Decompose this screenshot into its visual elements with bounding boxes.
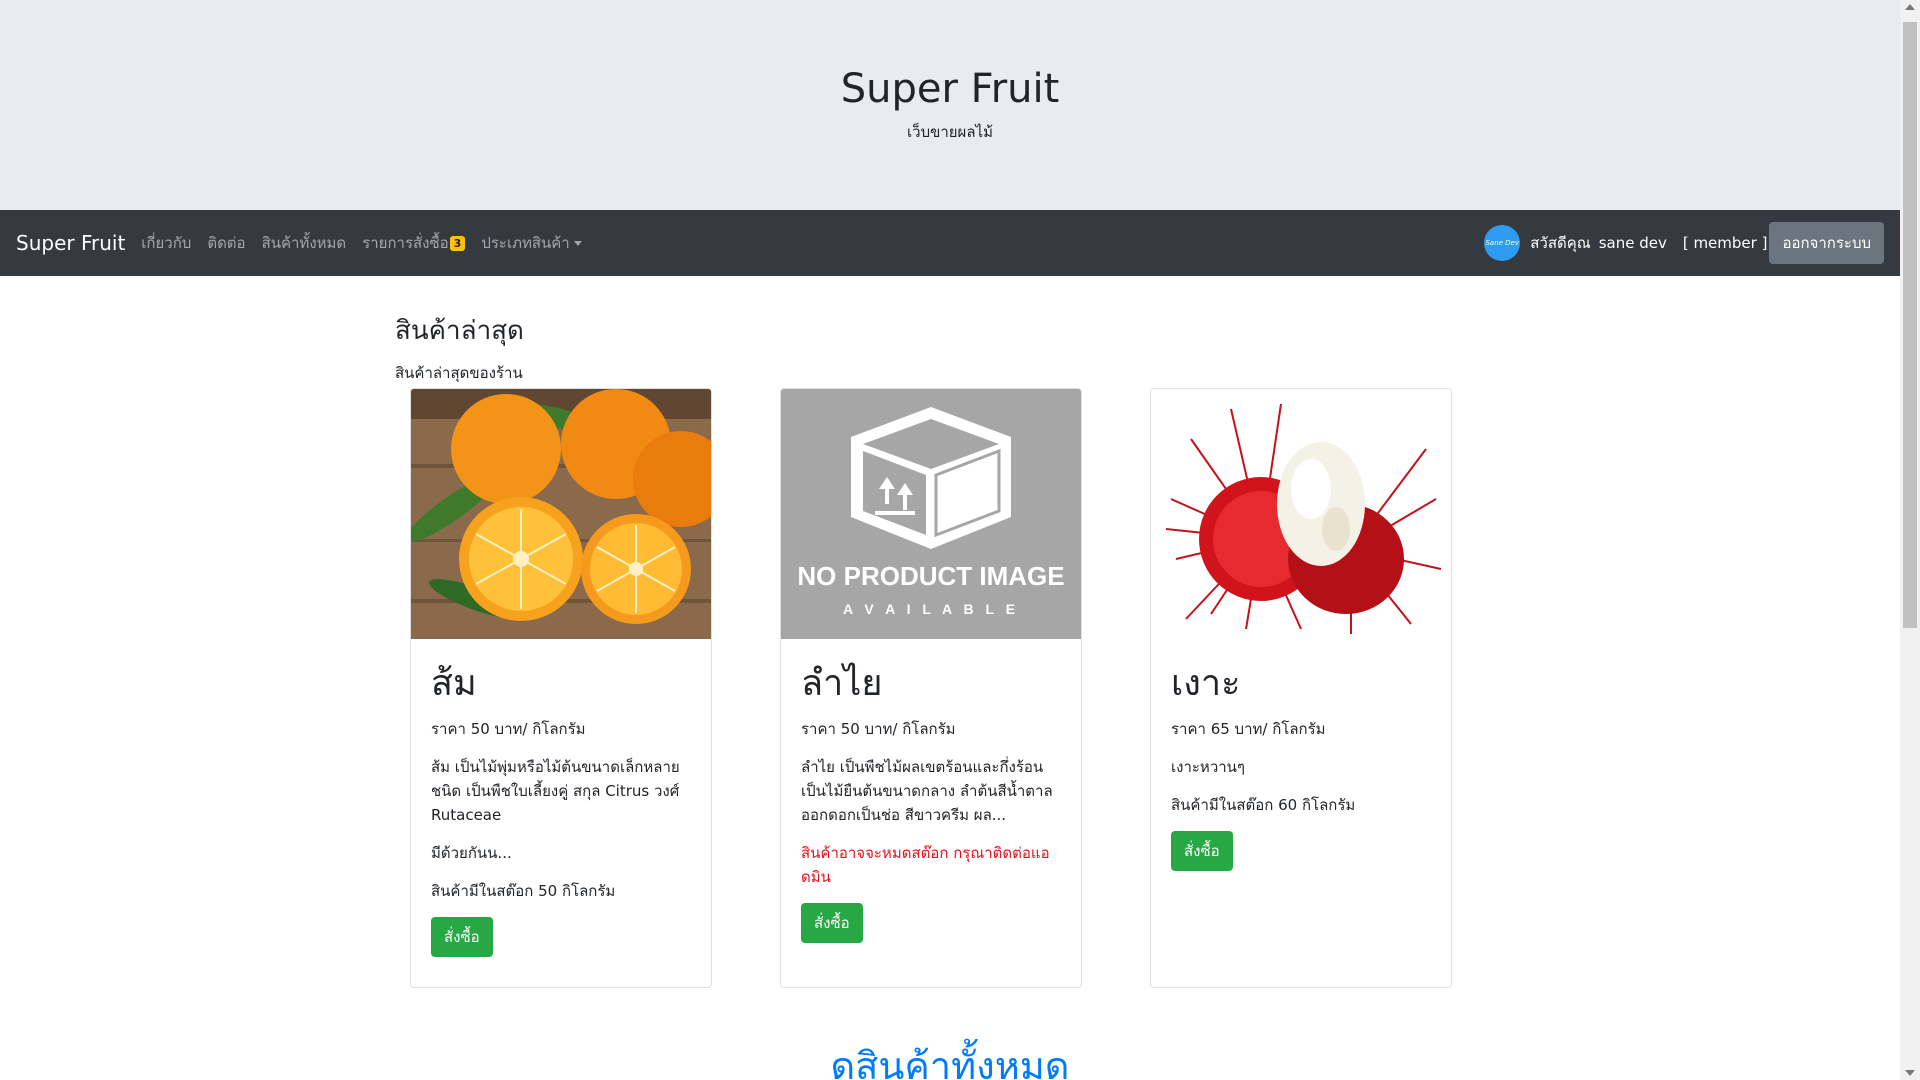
jumbotron-header: Super Fruit เว็บขายผลไม้	[0, 0, 1900, 210]
page-scrollbar[interactable]	[1900, 0, 1920, 1080]
product-description: ส้ม เป็นไม้พุ่มหรือไม้ต้นขนาดเล็กหลายชนิ…	[431, 758, 680, 824]
product-stock: สินค้ามีในสต๊อก 50 กิโลกรัม	[431, 882, 616, 900]
nav-link-orders[interactable]: รายการสั่งซื้อ 3	[354, 231, 473, 255]
product-description: เงาะหวานๆ	[1171, 758, 1245, 776]
nav-link-about[interactable]: เกี่ยวกับ	[133, 231, 199, 255]
nav-dropdown-categories-label: ประเภทสินค้า	[481, 234, 570, 252]
product-description: ลำไย เป็นพืชไม้ผลเขตร้อนและกึ่งร้อน เป็น…	[801, 758, 1053, 824]
nav-link-orders-label: รายการสั่งซื้อ	[362, 234, 449, 252]
card-body: ลำไย ราคา 50 บาท/ กิโลกรัม ลำไย เป็นพืชไ…	[781, 661, 1081, 943]
no-image-title: NO PRODUCT IMAGE	[797, 561, 1065, 591]
caret-down-icon	[573, 241, 582, 246]
scroll-up-arrow-icon[interactable]	[1905, 4, 1915, 10]
product-name: ลำไย	[801, 663, 883, 704]
product-name: เงาะ	[1171, 663, 1241, 704]
section-subtitle: สินค้าล่าสุดของร้าน	[395, 364, 523, 382]
navbar: Super Fruit เกี่ยวกับ ติดต่อ สินค้าทั้งห…	[0, 210, 1900, 276]
no-product-image[interactable]: NO PRODUCT IMAGE A V A I L A B L E	[781, 389, 1081, 639]
orders-count-badge: 3	[449, 236, 466, 251]
navbar-brand[interactable]: Super Fruit	[16, 231, 125, 255]
user-role: [ member ]	[1682, 234, 1768, 252]
buy-button[interactable]: สั่งซื้อ	[1171, 831, 1233, 871]
buy-button[interactable]: สั่งซื้อ	[431, 917, 493, 957]
product-price: ราคา 50 บาท/ กิโลกรัม	[431, 720, 586, 738]
greeting-text: สวัสดีคุณ	[1530, 234, 1591, 252]
avatar: Sane Dev	[1484, 225, 1521, 261]
latest-products-section: สินค้าล่าสุด สินค้าล่าสุดของร้าน	[395, 310, 1455, 385]
scroll-thumb[interactable]	[1903, 22, 1917, 628]
product-name: ส้ม	[431, 663, 477, 704]
product-card: ส้ม ราคา 50 บาท/ กิโลกรัม ส้ม เป็นไม้พุ่…	[410, 388, 712, 988]
scroll-down-arrow-icon[interactable]	[1905, 1070, 1915, 1076]
page: Super Fruit เว็บขายผลไม้ Super Fruit เกี…	[0, 0, 1900, 1080]
product-cards: ส้ม ราคา 50 บาท/ กิโลกรัม ส้ม เป็นไม้พุ่…	[410, 388, 1460, 988]
card-body: ส้ม ราคา 50 บาท/ กิโลกรัม ส้ม เป็นไม้พุ่…	[411, 661, 711, 957]
section-title: สินค้าล่าสุด	[395, 316, 524, 346]
logout-button[interactable]: ออกจากระบบ	[1769, 222, 1884, 264]
product-price: ราคา 50 บาท/ กิโลกรัม	[801, 720, 956, 738]
see-all-products-link[interactable]: ดูสินค้าทั้งหมด	[0, 1035, 1900, 1080]
nav-link-contact[interactable]: ติดต่อ	[199, 231, 253, 255]
product-more: มีด้วยกันน...	[431, 844, 512, 862]
buy-button[interactable]: สั่งซื้อ	[801, 903, 863, 943]
nav-links: เกี่ยวกับ ติดต่อ สินค้าทั้งหมด รายการสั่…	[133, 231, 589, 255]
nav-dropdown-categories[interactable]: ประเภทสินค้า	[473, 231, 589, 255]
product-stock: สินค้ามีในสต๊อก 60 กิโลกรัม	[1171, 796, 1356, 814]
product-card: เงาะ ราคา 65 บาท/ กิโลกรัม เงาะหวานๆ สิน…	[1150, 388, 1452, 988]
site-subtitle: เว็บขายผลไม้	[907, 123, 993, 141]
user-area: Sane Dev สวัสดีคุณ sane dev [ member ] อ…	[1484, 210, 1884, 276]
stock-warning: สินค้าอาจจะหมดสต๊อก กรุณาติดต่อแอดมิน	[801, 844, 1050, 886]
nav-link-all-products[interactable]: สินค้าทั้งหมด	[254, 231, 355, 255]
user-name: sane dev	[1598, 234, 1667, 252]
product-card: NO PRODUCT IMAGE A V A I L A B L E ลำไย …	[780, 388, 1082, 988]
orange-image[interactable]	[411, 389, 711, 639]
card-body: เงาะ ราคา 65 บาท/ กิโลกรัม เงาะหวานๆ สิน…	[1151, 661, 1451, 871]
product-price: ราคา 65 บาท/ กิโลกรัม	[1171, 720, 1326, 738]
rambutan-image[interactable]	[1151, 389, 1451, 639]
site-title: Super Fruit	[840, 66, 1060, 112]
no-image-subtitle: A V A I L A B L E	[842, 601, 1020, 617]
